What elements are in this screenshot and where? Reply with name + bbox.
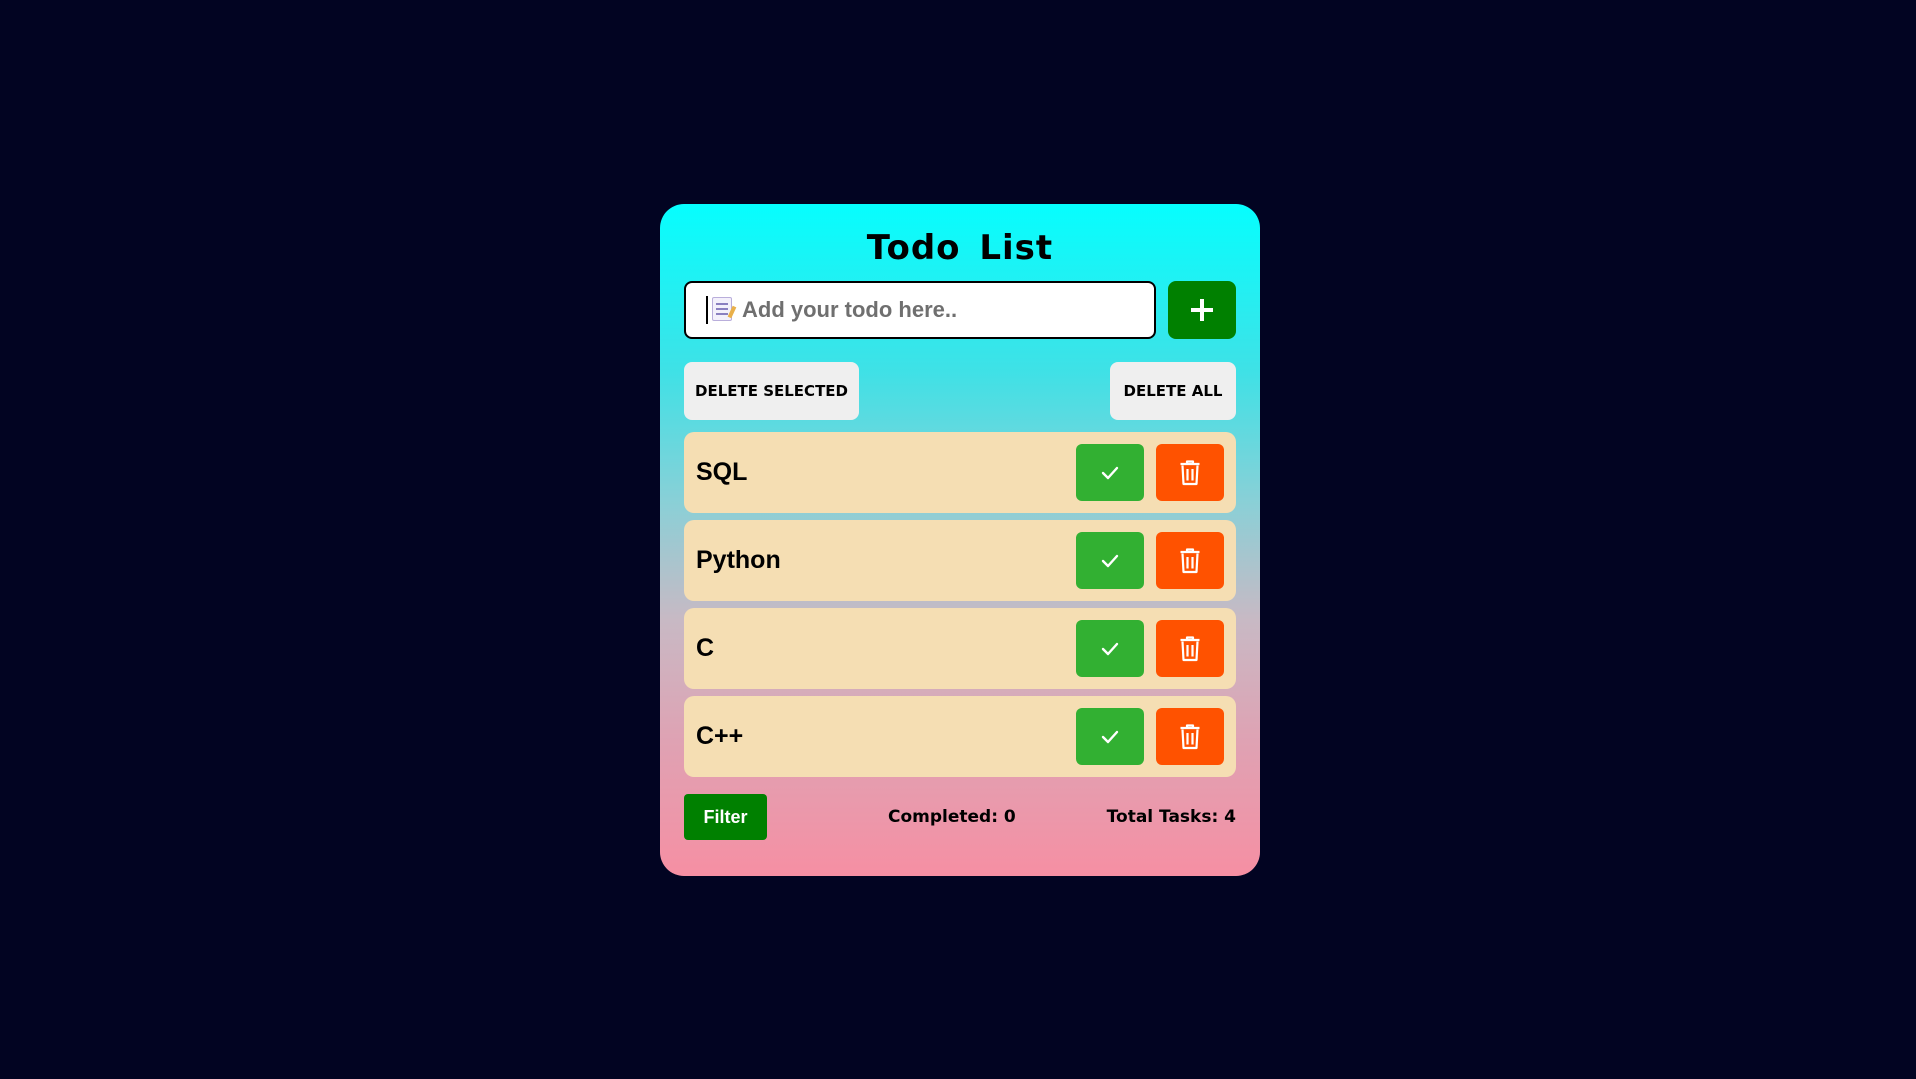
todo-item: C++ xyxy=(684,696,1236,777)
filter-button[interactable]: Filter xyxy=(684,794,767,840)
todo-item-text: C++ xyxy=(696,722,744,750)
todo-input-wrapper[interactable] xyxy=(684,281,1156,339)
page-title: Todo List xyxy=(866,228,1054,268)
completed-count: Completed: 0 xyxy=(888,807,1016,827)
check-icon xyxy=(1101,466,1119,479)
trash-icon xyxy=(1180,723,1200,749)
delete-todo-button[interactable] xyxy=(1156,444,1224,501)
complete-todo-button[interactable] xyxy=(1076,620,1144,677)
todo-item: C xyxy=(684,608,1236,689)
trash-icon xyxy=(1180,459,1200,485)
todo-item-text: SQL xyxy=(696,458,748,486)
delete-all-button[interactable]: DELETE ALL xyxy=(1110,362,1236,420)
complete-todo-button[interactable] xyxy=(1076,444,1144,501)
check-icon xyxy=(1101,642,1119,655)
add-todo-button[interactable] xyxy=(1168,281,1236,339)
delete-todo-button[interactable] xyxy=(1156,620,1224,677)
todo-item-text: C xyxy=(696,634,715,662)
todo-input[interactable] xyxy=(742,291,1142,329)
total-tasks-count: Total Tasks: 4 xyxy=(1106,807,1236,827)
footer-bar: Filter Completed: 0 Total Tasks: 4 xyxy=(684,794,1236,840)
todo-list: SQL Python C C++ xyxy=(684,432,1236,784)
plus-icon xyxy=(1191,299,1213,321)
todo-item-text: Python xyxy=(696,546,781,574)
todo-item: Python xyxy=(684,520,1236,601)
memo-icon xyxy=(712,297,732,321)
trash-icon xyxy=(1180,635,1200,661)
check-icon xyxy=(1101,554,1119,567)
complete-todo-button[interactable] xyxy=(1076,532,1144,589)
complete-todo-button[interactable] xyxy=(1076,708,1144,765)
trash-icon xyxy=(1180,547,1200,573)
check-icon xyxy=(1101,730,1119,743)
delete-selected-button[interactable]: DELETE SELECTED xyxy=(684,362,859,420)
todo-item: SQL xyxy=(684,432,1236,513)
text-caret xyxy=(706,296,708,324)
delete-todo-button[interactable] xyxy=(1156,532,1224,589)
delete-todo-button[interactable] xyxy=(1156,708,1224,765)
todo-card: Todo List DELETE SELECTED DELETE ALL SQL… xyxy=(660,204,1260,876)
